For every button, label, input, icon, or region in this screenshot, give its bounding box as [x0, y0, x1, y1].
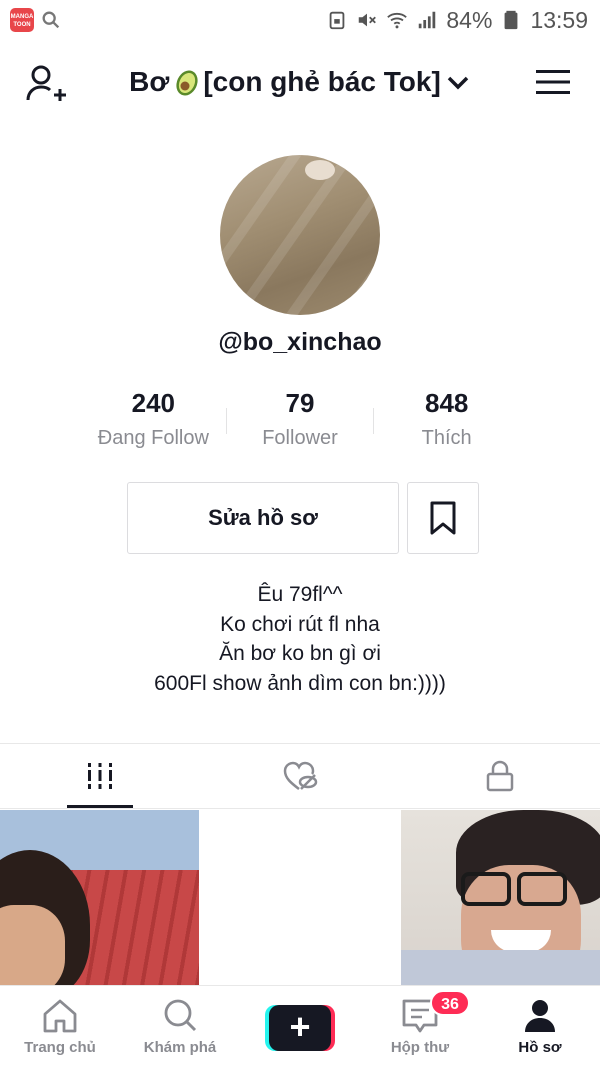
tab-videos[interactable] — [0, 744, 200, 808]
nav-discover-label: Khám phá — [143, 1039, 217, 1056]
status-icons: 84% 13:59 — [326, 7, 588, 33]
clock: 13:59 — [530, 6, 588, 33]
nav-home-label: Trang chủ — [24, 1039, 96, 1056]
avatar[interactable] — [220, 155, 380, 315]
nav-inbox-label: Hộp thư — [390, 1039, 450, 1056]
signal-icon — [419, 11, 436, 29]
following-count: 240 — [131, 388, 176, 418]
video-thumbnail[interactable] — [0, 810, 199, 990]
inbox-badge: 36 — [430, 990, 470, 1016]
lock-icon — [486, 760, 514, 792]
profile-icon — [525, 1000, 555, 1032]
profile-header: Bơ [con ghẻ bác Tok] — [0, 48, 600, 118]
account-name-part2: [con ghẻ bác Tok] — [203, 66, 441, 97]
edit-profile-button[interactable]: Sửa hồ sơ — [127, 482, 399, 554]
likes-stat[interactable]: 848 Thích — [373, 388, 520, 458]
followers-label: Follower — [262, 427, 338, 449]
bio-line: 600Fl show ảnh dìm con bn:)))) — [154, 671, 446, 695]
nav-create[interactable]: + — [240, 986, 360, 1067]
nav-inbox[interactable]: Hộp thư 36 — [360, 986, 480, 1067]
bio-line: Ko chơi rút fl nha — [220, 612, 380, 636]
plus-icon: + — [269, 1005, 331, 1051]
home-icon — [43, 999, 77, 1033]
battery-percent: 84% — [446, 6, 493, 33]
search-icon — [164, 999, 197, 1032]
followers-count: 79 — [285, 388, 315, 418]
mangatoon-app-icon: MANGA TOON — [10, 8, 34, 32]
liked-hidden-icon — [283, 761, 318, 790]
bookmark-icon — [430, 501, 456, 535]
likes-label: Thích — [421, 427, 472, 449]
nav-profile-label: Hồ sơ — [518, 1039, 562, 1056]
nav-profile[interactable]: Hồ sơ — [480, 986, 600, 1067]
wifi-icon — [387, 12, 408, 29]
tab-liked[interactable] — [200, 744, 400, 808]
favorites-button[interactable] — [407, 482, 479, 554]
avocado-emoji-icon — [176, 70, 198, 96]
nav-discover[interactable]: Khám phá — [120, 986, 240, 1067]
account-name-part1: Bơ — [129, 66, 170, 97]
menu-icon[interactable] — [536, 68, 570, 96]
likes-count: 848 — [424, 388, 469, 418]
create-video-button[interactable]: + — [265, 1005, 335, 1051]
bottom-navigation: Trang chủ Khám phá + Hộp thư 36 Hồ sơ — [0, 985, 600, 1067]
tab-private[interactable] — [400, 744, 600, 808]
profile-stats: 240 Đang Follow 79 Follower 848 Thích — [80, 388, 520, 458]
mute-icon — [359, 13, 377, 27]
battery-icon — [505, 10, 518, 30]
bio-line: Êu 79fl^^ — [257, 583, 343, 606]
following-label: Đang Follow — [97, 427, 209, 449]
video-grid — [0, 810, 600, 990]
search-icon — [42, 11, 60, 29]
followers-stat[interactable]: 79 Follower — [227, 388, 374, 458]
videos-grid-icon — [88, 763, 112, 789]
notification-lock-icon — [330, 11, 345, 30]
chevron-down-icon — [447, 76, 469, 90]
profile-bio: Êu 79fl^^ Ko chơi rút fl nha Ăn bơ ko bn… — [0, 580, 600, 698]
content-tabs — [0, 743, 600, 809]
nav-home[interactable]: Trang chủ — [0, 986, 120, 1067]
account-switcher[interactable]: Bơ [con ghẻ bác Tok] — [0, 66, 600, 98]
video-thumbnail[interactable] — [200, 810, 399, 990]
video-thumbnail[interactable] — [401, 810, 600, 990]
following-stat[interactable]: 240 Đang Follow — [80, 388, 227, 458]
bio-line: Ăn bơ ko bn gì ơi — [219, 642, 381, 665]
active-tab-indicator — [67, 805, 133, 808]
username: @bo_xinchao — [218, 328, 382, 356]
status-bar: MANGA TOON 84% 13:59 — [0, 0, 600, 40]
